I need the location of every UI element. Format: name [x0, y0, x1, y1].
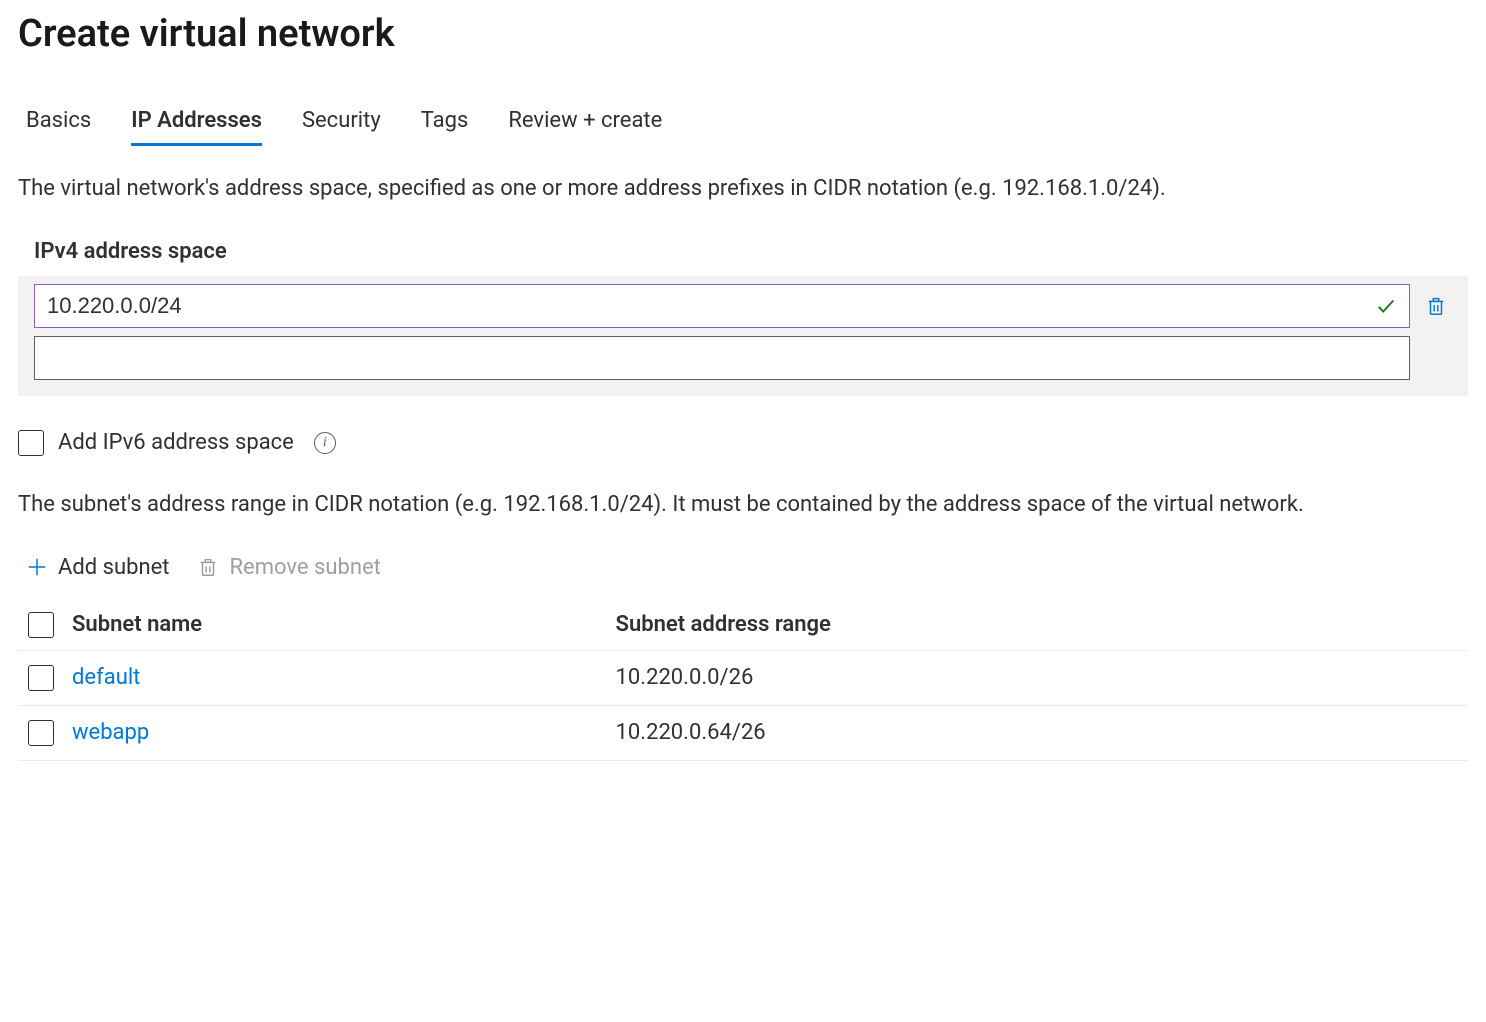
table-row: webapp 10.220.0.64/26 [18, 705, 1468, 760]
select-all-subnets-checkbox[interactable] [28, 612, 54, 638]
subnet-range-0: 10.220.0.0/26 [608, 650, 1468, 705]
subnet-row-checkbox-0[interactable] [28, 665, 54, 691]
column-subnet-name[interactable]: Subnet name [64, 600, 608, 651]
ipv6-checkbox-label: Add IPv6 address space [58, 430, 294, 455]
tab-review-create[interactable]: Review + create [508, 104, 662, 146]
tab-ip-addresses[interactable]: IP Addresses [131, 104, 262, 146]
address-space-block [18, 276, 1468, 396]
info-icon[interactable]: i [314, 432, 336, 454]
address-space-input-0[interactable] [35, 285, 1375, 327]
tab-security[interactable]: Security [302, 104, 381, 146]
add-subnet-label: Add subnet [58, 555, 169, 580]
add-subnet-button[interactable]: Add subnet [26, 555, 169, 580]
ipv4-address-space-label: IPv4 address space [34, 239, 1468, 264]
ipv6-checkbox[interactable] [18, 430, 44, 456]
plus-icon [26, 556, 48, 578]
tab-basics[interactable]: Basics [26, 104, 91, 146]
page-title: Create virtual network [18, 12, 1468, 56]
subnet-name-link-0[interactable]: default [72, 665, 140, 690]
address-space-input-row-1 [34, 336, 1410, 380]
remove-subnet-label: Remove subnet [229, 555, 380, 580]
trash-icon [197, 555, 219, 579]
remove-subnet-button: Remove subnet [197, 555, 380, 580]
column-subnet-range[interactable]: Subnet address range [608, 600, 1468, 651]
table-row: default 10.220.0.0/26 [18, 650, 1468, 705]
subnet-range-1: 10.220.0.64/26 [608, 705, 1468, 760]
tab-tags[interactable]: Tags [421, 104, 469, 146]
checkmark-icon [1375, 295, 1397, 317]
address-space-input-1[interactable] [35, 337, 1409, 379]
delete-address-space-button-0[interactable] [1420, 294, 1452, 318]
address-space-input-row-0 [34, 284, 1410, 328]
trash-icon [1425, 294, 1447, 318]
subnet-table: Subnet name Subnet address range default… [18, 600, 1468, 761]
tab-bar: Basics IP Addresses Security Tags Review… [18, 104, 1468, 146]
address-space-description: The virtual network's address space, spe… [18, 174, 1468, 205]
subnet-description: The subnet's address range in CIDR notat… [18, 490, 1468, 521]
subnet-row-checkbox-1[interactable] [28, 720, 54, 746]
subnet-name-link-1[interactable]: webapp [72, 720, 149, 745]
